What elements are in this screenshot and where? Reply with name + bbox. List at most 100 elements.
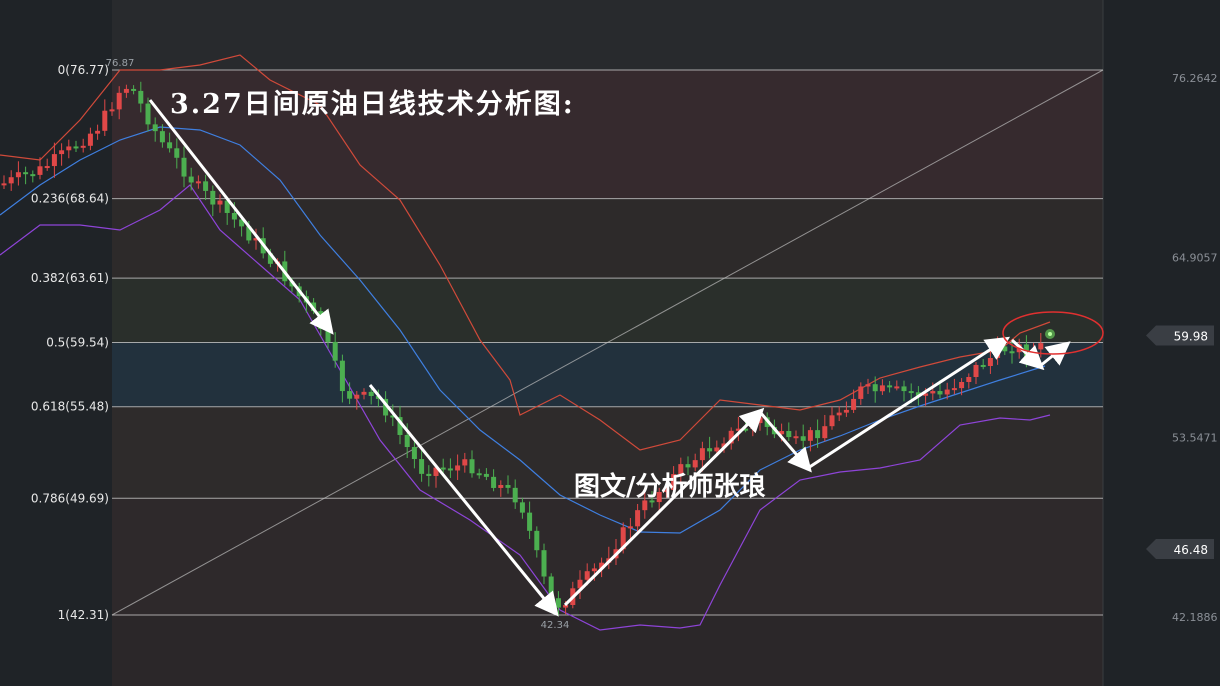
- candle-body: [476, 473, 482, 476]
- price-tag-label: 59.98: [1174, 330, 1208, 344]
- candle-body: [627, 526, 633, 529]
- candle-body: [591, 568, 597, 572]
- candle-body: [829, 415, 835, 427]
- fib-label: 0(76.77): [58, 63, 109, 77]
- fib-label: 0.382(63.61): [31, 271, 109, 285]
- candle-body: [332, 341, 338, 361]
- candle-body: [44, 166, 50, 169]
- candle-body: [354, 394, 360, 399]
- candle-body: [411, 447, 417, 460]
- candle-body: [174, 148, 180, 158]
- fib-label: 0.618(55.48): [31, 400, 109, 414]
- candle-body: [455, 465, 461, 471]
- candle-body: [210, 190, 216, 205]
- candle-body: [440, 467, 446, 470]
- candle-body: [1009, 351, 1015, 354]
- candle-body: [793, 436, 799, 439]
- candle-body: [858, 386, 864, 399]
- candle-body: [181, 157, 187, 177]
- chart-stage: 0(76.77) 0.236(68.64) 0.382(63.61) 0.5(59.5…: [0, 0, 1220, 686]
- candle-body: [800, 436, 806, 441]
- fib-zone: [112, 498, 1103, 615]
- candle-body: [8, 177, 14, 184]
- candle-body: [505, 485, 511, 488]
- candle-body: [138, 90, 144, 104]
- candle-body: [894, 386, 900, 389]
- candle-body: [1, 183, 7, 186]
- fib-zone: [112, 615, 1103, 686]
- candle-body: [426, 473, 432, 476]
- candle-body: [462, 459, 468, 466]
- candle-body: [404, 434, 410, 448]
- candle-body: [512, 487, 518, 503]
- candle-body: [116, 92, 122, 110]
- candle-body: [807, 430, 813, 441]
- high-price-label: 76.87: [106, 58, 135, 69]
- candle-body: [707, 448, 713, 452]
- candle-body: [73, 146, 79, 149]
- candle-body: [879, 385, 885, 392]
- candle-body: [368, 391, 374, 396]
- candle-body: [548, 576, 554, 599]
- fib-label: 0.236(68.64): [31, 192, 109, 206]
- fib-label: 0.5(59.54): [46, 336, 109, 350]
- candle-body: [836, 412, 842, 416]
- candle-body: [519, 502, 525, 513]
- candle-body: [699, 448, 705, 461]
- candle-body: [195, 181, 201, 184]
- candle-body: [167, 142, 173, 149]
- candle-body: [498, 485, 504, 488]
- candle-body: [908, 391, 914, 394]
- candle-body: [203, 181, 209, 191]
- candle-body: [23, 172, 29, 175]
- low-price-label: 42.34: [541, 620, 570, 631]
- current-price-dot: [1048, 332, 1052, 336]
- candle-body: [159, 131, 165, 143]
- candle-body: [1002, 346, 1008, 352]
- candle-body: [937, 391, 943, 395]
- author-watermark: 图文/分析师张琅: [574, 472, 766, 502]
- chart-title: 3.27日间原油日线技术分析图:: [170, 89, 575, 120]
- candle-body: [973, 364, 979, 377]
- fib-label: 0.786(49.69): [31, 491, 109, 505]
- candle-body: [944, 389, 950, 395]
- candle-body: [102, 110, 108, 131]
- candle-body: [541, 550, 547, 577]
- fib-label: 1(42.31): [58, 608, 109, 622]
- candle-body: [339, 360, 345, 392]
- fib-zone: [112, 278, 1103, 343]
- candle-body: [555, 598, 561, 608]
- candle-body: [87, 133, 93, 146]
- candle-body: [951, 388, 957, 391]
- candle-body: [95, 130, 101, 134]
- candle-body: [786, 431, 792, 438]
- candle-body: [1038, 343, 1044, 350]
- candle-body: [750, 423, 756, 429]
- right-axis-label: 42.1886: [1172, 611, 1218, 624]
- candle-body: [959, 381, 965, 389]
- candle-body: [51, 154, 57, 167]
- price-tag-label: 46.48: [1174, 543, 1208, 557]
- right-axis-label: 64.9057: [1172, 252, 1218, 265]
- candle-body: [123, 88, 129, 93]
- right-axis-label: 53.5471: [1172, 431, 1218, 444]
- candle-body: [491, 476, 497, 488]
- candle-body: [980, 364, 986, 367]
- candle-body: [37, 166, 43, 175]
- candle-body: [131, 88, 137, 91]
- candle-body: [347, 391, 353, 399]
- candle-body: [995, 346, 1001, 359]
- candle-body: [469, 459, 475, 474]
- candle-body: [872, 384, 878, 392]
- candle-body: [483, 473, 489, 477]
- candle-body: [865, 384, 871, 387]
- candle-body: [966, 376, 972, 382]
- candle-body: [887, 385, 893, 388]
- candle-body: [217, 200, 223, 205]
- candle-body: [231, 212, 237, 220]
- candle-body: [59, 150, 65, 155]
- candle-body: [152, 124, 158, 132]
- candle-body: [66, 146, 72, 151]
- candle-body: [757, 417, 763, 424]
- candle-body: [822, 426, 828, 439]
